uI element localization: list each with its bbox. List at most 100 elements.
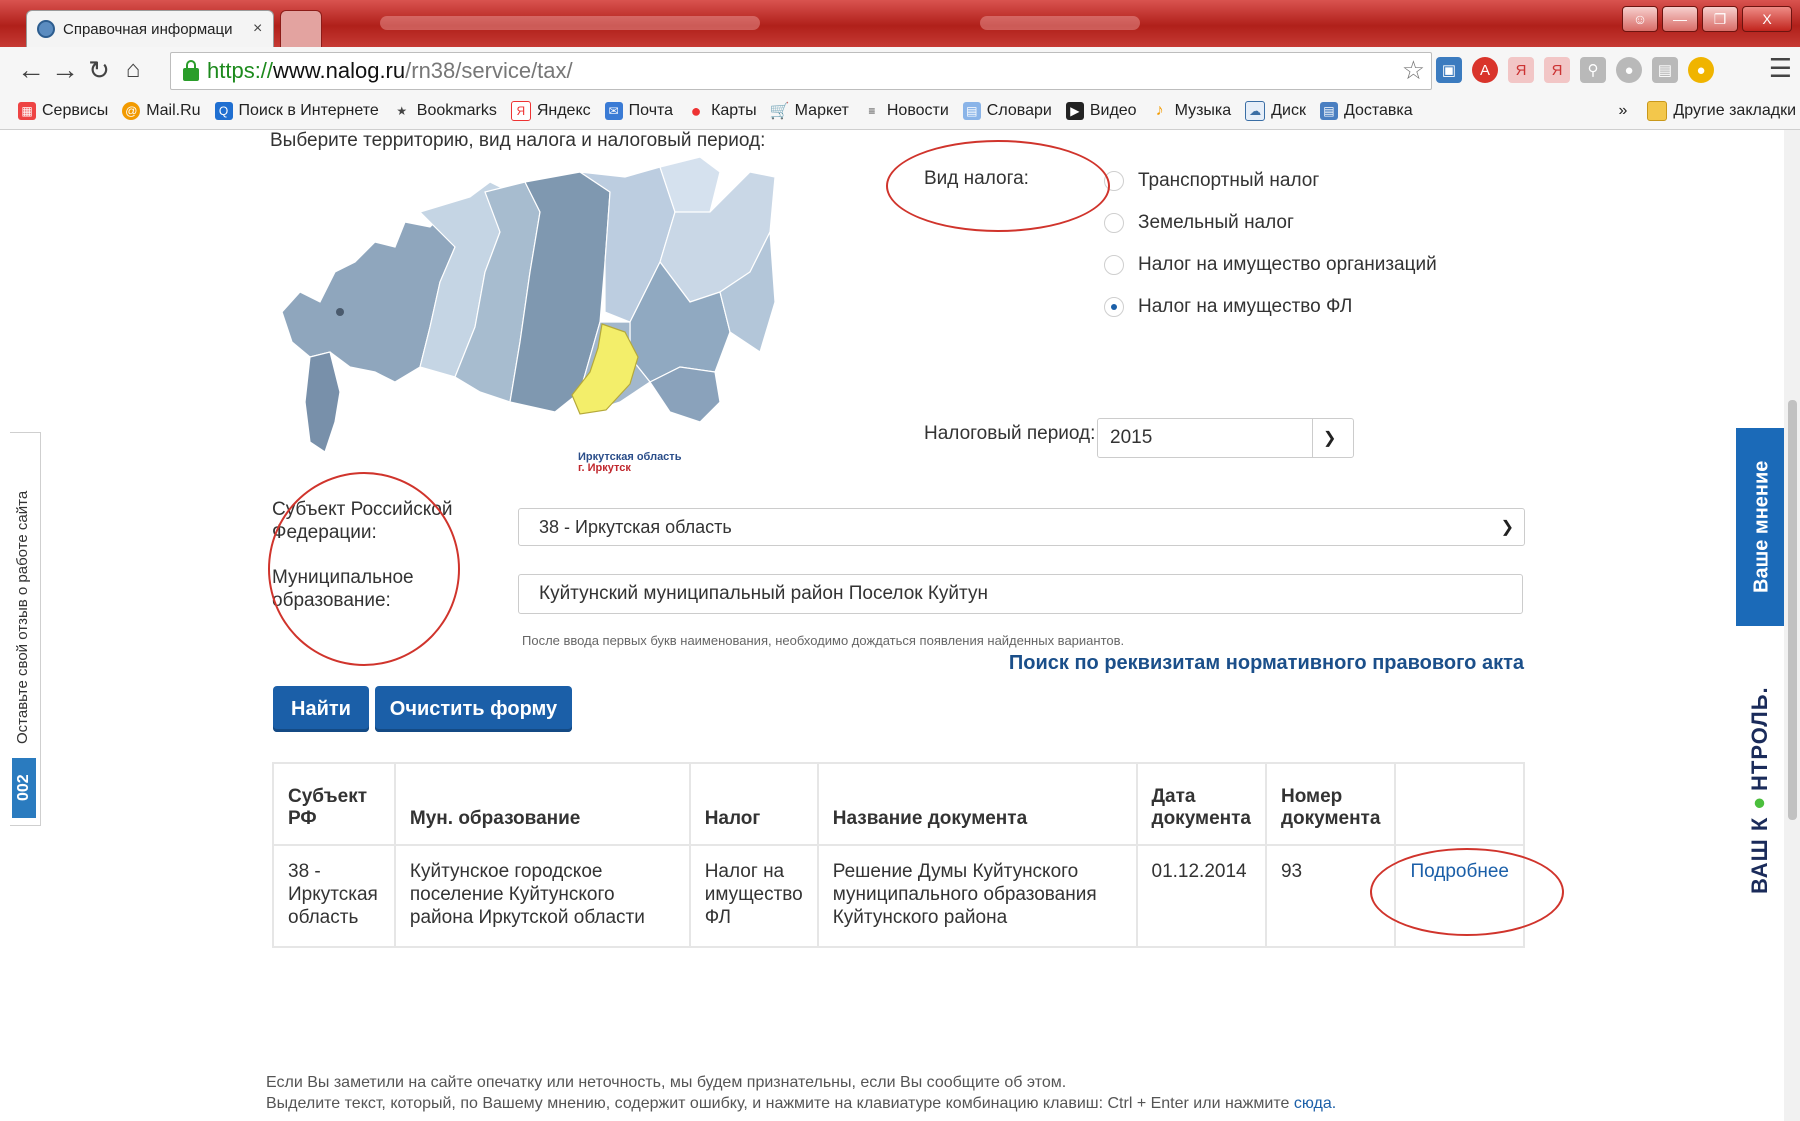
bookmark-maps[interactable]: ● Карты [687, 100, 757, 121]
bookmark-star-icon[interactable]: ☆ [1402, 55, 1425, 86]
music-note-icon: ♪ [1155, 102, 1164, 119]
extension-adblock-icon[interactable]: A [1472, 57, 1498, 83]
radio-button[interactable] [1104, 171, 1124, 191]
find-button[interactable]: Найти [273, 686, 369, 732]
tab-close-icon[interactable]: × [253, 20, 262, 38]
bookmark-label: Mail.Ru [146, 102, 201, 119]
bookmark-disk[interactable]: ☁ Диск [1245, 101, 1306, 121]
map-pin-icon: ● [690, 100, 702, 121]
radio-label: Транспортный налог [1138, 170, 1320, 191]
lock-icon [183, 59, 199, 81]
disk-icon: ☁ [1245, 101, 1266, 121]
blurred-title [380, 16, 760, 30]
tax-type-label: Вид налога: [924, 168, 1029, 189]
your-control-logo[interactable]: ВАШ К ● НТРОЛЬ. [1740, 680, 1780, 900]
url-scheme: https:// [207, 58, 274, 83]
bookmark-label: Сервисы [42, 102, 109, 119]
tax-period-label: Налоговый период: [924, 423, 1096, 444]
radio-transport-tax[interactable]: Транспортный налог [1104, 170, 1319, 192]
other-bookmarks[interactable]: Другие закладки [1673, 102, 1796, 120]
back-arrow-icon[interactable]: ← [14, 56, 48, 84]
feedback-counter-badge: 002 [12, 758, 36, 818]
bookmark-news[interactable]: ≡ Новости [863, 102, 949, 120]
radio-button[interactable] [1104, 255, 1124, 275]
subject-value: 38 - Иркутская область [539, 516, 732, 537]
bookmark-delivery[interactable]: ▤ Доставка [1319, 102, 1413, 120]
bookmark-label: Музыка [1174, 102, 1232, 119]
bookmark-dictionaries[interactable]: ▤ Словари [962, 102, 1052, 120]
tax-period-select[interactable]: 2015 ❯ [1097, 418, 1354, 458]
extension-search-icon[interactable]: ⚲ [1580, 57, 1606, 83]
bookmark-yandex[interactable]: Я Яндекс [510, 101, 591, 121]
tax-period-value: 2015 [1110, 427, 1153, 448]
bookmark-music[interactable]: ♪ Музыка [1151, 102, 1232, 120]
footer-line-2: Выделите текст, который, по Вашему мнени… [266, 1093, 1336, 1114]
bookmarks-more-chevron-icon[interactable]: » [1619, 102, 1628, 120]
radio-personal-property-tax[interactable]: Налог на имущество ФЛ [1104, 296, 1352, 318]
bookmark-label: Почта [628, 102, 674, 119]
forward-arrow-icon[interactable]: → [48, 56, 82, 84]
bookmark-video[interactable]: ▶ Видео [1065, 102, 1137, 120]
address-bar[interactable]: https:// www.nalog.ru /rn38/service/tax/… [170, 52, 1432, 90]
radio-land-tax[interactable]: Земельный налог [1104, 212, 1294, 234]
book-icon: ▤ [962, 102, 981, 120]
requisites-search-link[interactable]: Поиск по реквизитам нормативного правово… [1009, 652, 1524, 675]
maximize-button[interactable]: ❐ [1702, 6, 1738, 32]
extension-yandex-2-icon[interactable]: Я [1544, 57, 1570, 83]
report-error-link[interactable]: сюда. [1294, 1095, 1336, 1112]
radio-label: Налог на имущество ФЛ [1138, 296, 1353, 317]
close-window-button[interactable]: X [1742, 6, 1792, 32]
bookmark-label: Диск [1271, 102, 1306, 119]
bookmark-mailru[interactable]: @ Mail.Ru [122, 102, 201, 120]
kontrol-dot-icon: ● [1747, 790, 1772, 817]
radio-org-property-tax[interactable]: Налог на имущество организаций [1104, 254, 1437, 276]
radio-button-checked[interactable] [1104, 297, 1124, 317]
bookmark-label: Новости [886, 102, 949, 119]
extension-yandex-icon[interactable]: Я [1508, 57, 1534, 83]
bookmark-label: Видео [1089, 102, 1137, 119]
your-opinion-button[interactable]: Ваше мнение [1736, 428, 1788, 626]
url-host: www.nalog.ru [273, 58, 406, 83]
tab-inactive[interactable] [280, 10, 322, 47]
bookmark-label: Bookmarks [416, 102, 497, 119]
title-bar: Справочная информаци × ☺ — ❐ X [0, 0, 1800, 47]
column-header: Налог [688, 762, 819, 846]
page-scrollbar[interactable] [1784, 130, 1800, 1121]
cell-tax: Налог на имущество ФЛ [688, 844, 819, 948]
mail-icon: ✉ [604, 102, 623, 120]
cell-more: Подробнее [1394, 844, 1525, 948]
footer-line-1: Если Вы заметили на сайте опечатку или н… [266, 1074, 1067, 1091]
home-icon[interactable]: ⌂ [116, 58, 150, 82]
bookmark-bookmarks[interactable]: ★ Bookmarks [393, 102, 497, 120]
user-icon[interactable]: ☺ [1622, 6, 1658, 32]
extension-page-icon[interactable]: ▤ [1652, 57, 1678, 83]
reload-icon[interactable]: ↻ [82, 57, 116, 83]
cell-number: 93 [1264, 844, 1397, 948]
feedback-text[interactable]: Оставьте свой отзыв о работе сайта [14, 444, 36, 744]
clear-form-button[interactable]: Очистить форму [375, 686, 572, 732]
apps-grid-icon: ▦ [18, 102, 36, 120]
extension-image-icon[interactable]: ▣ [1436, 57, 1462, 83]
extension-coin-icon[interactable]: ● [1688, 57, 1714, 83]
subject-select[interactable]: 38 - Иркутская область ❯ [518, 508, 1525, 546]
footer-line-2-text: Выделите текст, который, по Вашему мнени… [266, 1095, 1290, 1112]
news-icon: ≡ [868, 104, 876, 118]
bookmark-services[interactable]: ▦ Сервисы [18, 102, 108, 120]
browser-menu-icon[interactable]: ☰ [1769, 53, 1792, 84]
extension-abp-icon[interactable]: ● [1616, 57, 1642, 83]
minimize-button[interactable]: — [1662, 6, 1698, 32]
bookmark-label: Словари [986, 102, 1052, 119]
municipality-input[interactable]: Куйтунский муниципальный район Поселок К… [518, 574, 1523, 614]
russia-region-map[interactable] [280, 152, 780, 482]
radio-button[interactable] [1104, 213, 1124, 233]
folder-icon [1647, 101, 1668, 121]
bookmark-search[interactable]: Q Поиск в Интернете [214, 102, 379, 120]
column-header: Номер документа [1264, 762, 1397, 846]
bookmark-market[interactable]: 🛒 Маркет [770, 102, 849, 120]
radio-label: Налог на имущество организаций [1138, 254, 1437, 275]
bookmark-mail[interactable]: ✉ Почта [604, 102, 674, 120]
tab-active[interactable]: Справочная информаци × [26, 10, 274, 47]
details-link[interactable]: Подробнее [1410, 861, 1509, 882]
scrollbar-thumb[interactable] [1788, 400, 1797, 820]
table-row: 38 - Иркутская область Куйтунское городс… [272, 844, 1525, 948]
